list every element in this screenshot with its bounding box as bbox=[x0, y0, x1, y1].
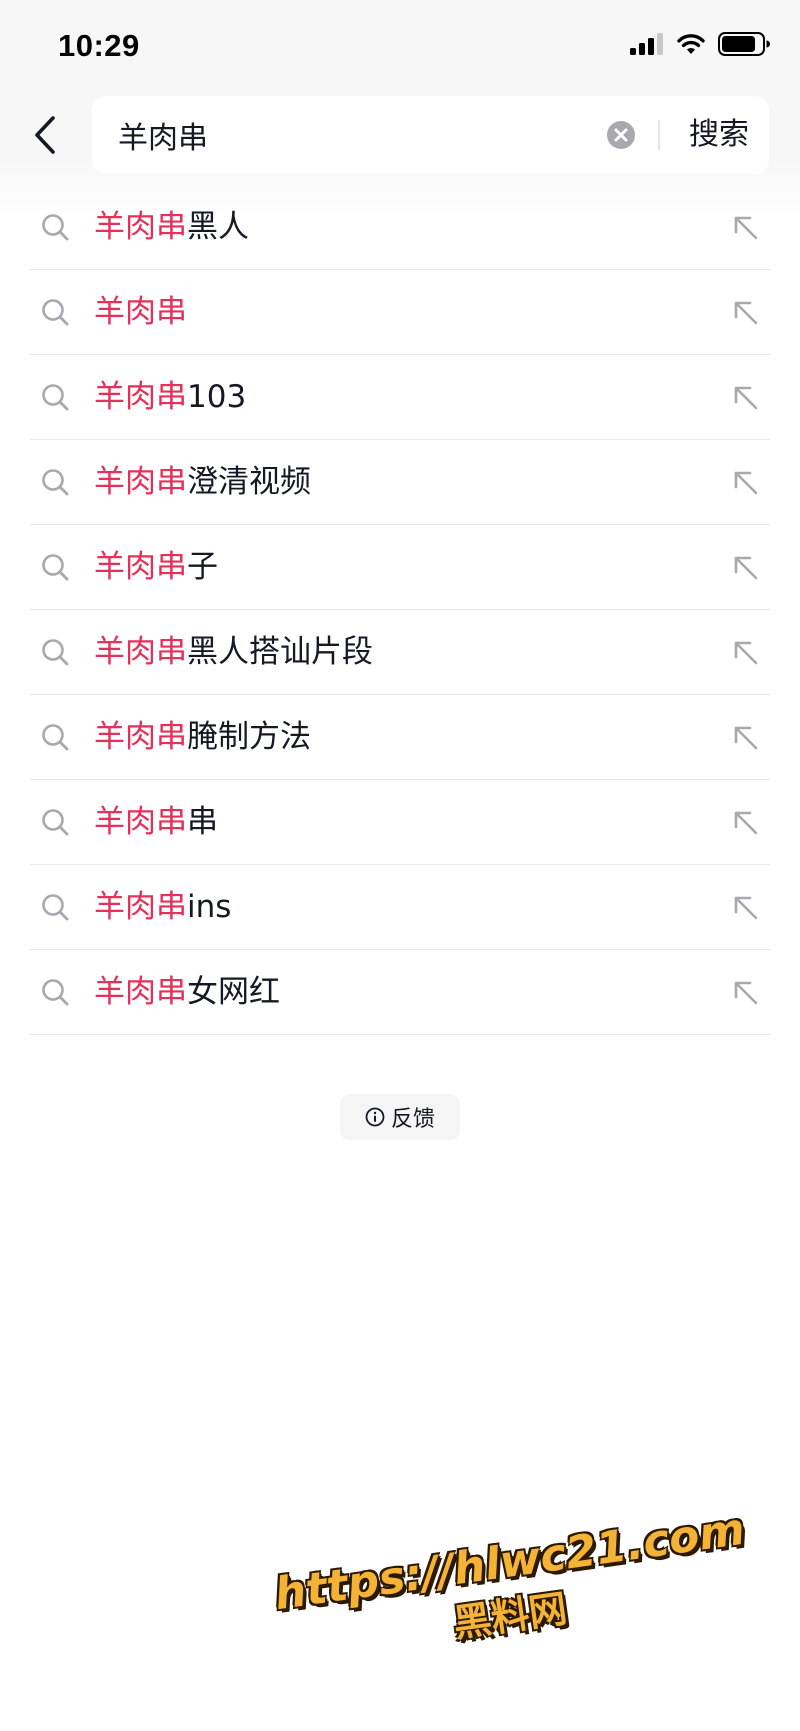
search-icon bbox=[40, 977, 70, 1007]
top-area: 10:29 羊肉串 搜索 bbox=[0, 0, 800, 215]
suggestion-item[interactable]: 羊肉串 bbox=[30, 270, 770, 355]
suggestion-rest: 黑人 bbox=[187, 209, 249, 245]
suggestion-item[interactable]: 羊肉串澄清视频 bbox=[30, 440, 770, 525]
suggestion-text: 羊肉串子 bbox=[94, 525, 218, 609]
info-icon bbox=[365, 1107, 385, 1127]
arrow-up-left-icon[interactable] bbox=[728, 720, 762, 754]
arrow-up-left-icon[interactable] bbox=[728, 380, 762, 414]
search-icon bbox=[40, 212, 70, 242]
suggestion-rest: ins bbox=[187, 889, 232, 925]
suggestion-item[interactable]: 羊肉串腌制方法 bbox=[30, 695, 770, 780]
status-bar: 10:29 bbox=[0, 0, 800, 90]
suggestion-item[interactable]: 羊肉串女网红 bbox=[30, 950, 770, 1035]
arrow-up-left-icon[interactable] bbox=[728, 295, 762, 329]
suggestion-highlight: 羊肉串 bbox=[94, 549, 187, 585]
suggestion-rest: 串 bbox=[187, 804, 218, 840]
suggestion-text: 羊肉串ins bbox=[94, 865, 231, 949]
arrow-up-left-icon[interactable] bbox=[728, 210, 762, 244]
suggestion-highlight: 羊肉串 bbox=[94, 294, 187, 330]
search-icon bbox=[40, 297, 70, 327]
suggestion-item[interactable]: 羊肉串黑人搭讪片段 bbox=[30, 610, 770, 695]
feedback-label: 反馈 bbox=[390, 1107, 435, 1132]
suggestion-item[interactable]: 羊肉串ins bbox=[30, 865, 770, 950]
suggestion-text: 羊肉串腌制方法 bbox=[94, 695, 311, 779]
suggestion-highlight: 羊肉串 bbox=[94, 379, 187, 415]
arrow-up-left-icon[interactable] bbox=[728, 805, 762, 839]
clear-circle-icon bbox=[607, 121, 635, 149]
suggestion-text: 羊肉串 bbox=[94, 270, 187, 354]
suggestion-highlight: 羊肉串 bbox=[94, 974, 187, 1010]
search-divider bbox=[658, 120, 660, 150]
arrow-up-left-icon[interactable] bbox=[728, 635, 762, 669]
search-icon bbox=[40, 892, 70, 922]
suggestion-rest: 女网红 bbox=[187, 974, 280, 1010]
suggestion-rest: 子 bbox=[187, 549, 218, 585]
suggestion-rest: 103 bbox=[187, 379, 247, 415]
wifi-icon bbox=[677, 34, 705, 54]
arrow-up-left-icon[interactable] bbox=[728, 890, 762, 924]
suggestion-rest: 腌制方法 bbox=[187, 719, 311, 755]
search-icon bbox=[40, 807, 70, 837]
suggestion-item[interactable]: 羊肉串103 bbox=[30, 355, 770, 440]
suggestion-text: 羊肉串黑人搭讪片段 bbox=[94, 610, 373, 694]
back-button[interactable] bbox=[18, 105, 72, 165]
suggestion-rest: 黑人搭讪片段 bbox=[187, 634, 373, 670]
suggestion-item[interactable]: 羊肉串黑人 bbox=[30, 185, 770, 270]
search-icon bbox=[40, 722, 70, 752]
suggestion-item[interactable]: 羊肉串串 bbox=[30, 780, 770, 865]
clear-search-button[interactable] bbox=[605, 119, 637, 151]
feedback-button[interactable]: 反馈 bbox=[340, 1094, 460, 1140]
suggestion-highlight: 羊肉串 bbox=[94, 804, 187, 840]
suggestion-highlight: 羊肉串 bbox=[94, 209, 187, 245]
suggestion-highlight: 羊肉串 bbox=[94, 719, 187, 755]
battery-icon bbox=[718, 32, 770, 56]
search-input[interactable] bbox=[118, 96, 588, 174]
suggestion-highlight: 羊肉串 bbox=[94, 464, 187, 500]
suggestion-text: 羊肉串女网红 bbox=[94, 950, 280, 1034]
suggestion-list: 羊肉串黑人 羊肉串 羊肉串103 羊肉串澄清视频 羊肉串子 羊肉串黑人搭讪片段 羊肉串腌制方… bbox=[30, 185, 770, 1035]
search-icon bbox=[40, 637, 70, 667]
suggestion-text: 羊肉串澄清视频 bbox=[94, 440, 311, 524]
suggestion-text: 羊肉串黑人 bbox=[94, 185, 249, 269]
status-icons bbox=[630, 32, 770, 56]
cellular-signal-icon bbox=[630, 33, 663, 55]
arrow-up-left-icon[interactable] bbox=[728, 465, 762, 499]
suggestion-item[interactable]: 羊肉串子 bbox=[30, 525, 770, 610]
suggestion-rest: 澄清视频 bbox=[187, 464, 311, 500]
chevron-left-icon bbox=[35, 116, 55, 154]
arrow-up-left-icon[interactable] bbox=[728, 550, 762, 584]
search-icon bbox=[40, 467, 70, 497]
suggestion-text: 羊肉串串 bbox=[94, 780, 218, 864]
suggestion-highlight: 羊肉串 bbox=[94, 634, 187, 670]
arrow-up-left-icon[interactable] bbox=[728, 975, 762, 1009]
search-icon bbox=[40, 552, 70, 582]
status-time: 10:29 bbox=[58, 28, 140, 63]
suggestion-highlight: 羊肉串 bbox=[94, 889, 187, 925]
search-button[interactable]: 搜索 bbox=[674, 96, 764, 174]
suggestion-text: 羊肉串103 bbox=[94, 355, 246, 439]
search-icon bbox=[40, 382, 70, 412]
search-box: 搜索 bbox=[92, 96, 769, 174]
watermark: https://hlwc21.com 黑料网 bbox=[271, 1504, 749, 1726]
